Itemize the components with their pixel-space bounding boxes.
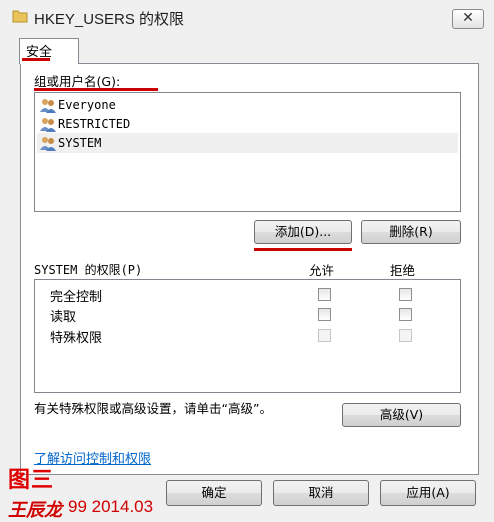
- permission-full-control: 完全控制: [50, 290, 103, 305]
- user-group-icon: [40, 118, 56, 132]
- user-group-icon: [40, 99, 56, 113]
- folder-icon: [12, 10, 28, 23]
- tab-security[interactable]: 安全: [19, 38, 79, 64]
- close-icon: ✕: [462, 10, 474, 26]
- user-group-icon: [40, 137, 56, 151]
- add-button[interactable]: 添加(D)...: [254, 220, 352, 244]
- advanced-button[interactable]: 高级(V): [342, 403, 461, 427]
- advanced-hint-text: 有关特殊权限或高级设置，请单击“高级”。: [34, 401, 272, 416]
- list-item-label: RESTRICTED: [58, 117, 131, 131]
- cancel-button[interactable]: 取消: [273, 480, 369, 506]
- remove-button[interactable]: 删除(R): [361, 220, 461, 244]
- permissions-label: SYSTEM 的权限(P): [34, 263, 143, 277]
- full-control-deny-checkbox[interactable]: [399, 288, 412, 301]
- special-deny-checkbox: [399, 329, 412, 342]
- users-list[interactable]: Everyone RESTRICTED SYSTEM: [34, 92, 461, 212]
- figure-label-annotation: 图三: [8, 467, 55, 493]
- list-item-system[interactable]: SYSTEM: [37, 133, 458, 153]
- read-allow-checkbox[interactable]: [318, 308, 331, 321]
- list-item-label: SYSTEM: [58, 136, 102, 150]
- read-deny-checkbox[interactable]: [399, 308, 412, 321]
- close-button[interactable]: ✕: [452, 9, 484, 29]
- author-signature: 王辰龙: [8, 500, 62, 521]
- apply-button[interactable]: 应用(A): [380, 480, 476, 506]
- list-item-label: Everyone: [58, 98, 116, 112]
- date-annotation: 99 2014.03: [68, 497, 154, 516]
- red-underline-mark: [34, 88, 158, 91]
- deny-column-header: 拒绝: [390, 263, 416, 278]
- red-underline-mark: [22, 58, 50, 61]
- ok-button[interactable]: 确定: [166, 480, 262, 506]
- full-control-allow-checkbox[interactable]: [318, 288, 331, 301]
- special-allow-checkbox: [318, 329, 331, 342]
- allow-column-header: 允许: [309, 263, 335, 278]
- permission-special: 特殊权限: [50, 331, 103, 346]
- window-title: HKEY_USERS 的权限: [34, 11, 185, 28]
- permission-read: 读取: [50, 310, 77, 325]
- red-underline-mark: [254, 248, 352, 251]
